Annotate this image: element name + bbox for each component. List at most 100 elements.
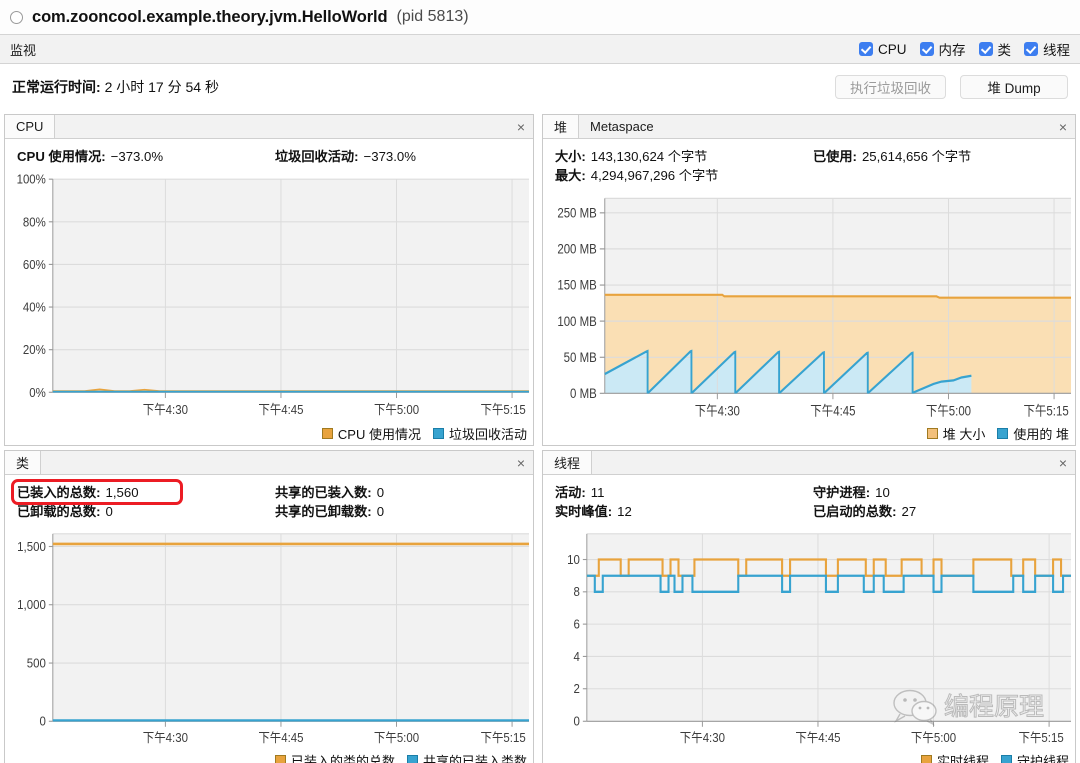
metric-toggles: CPU 内存 类 线程 xyxy=(859,35,1070,63)
action-buttons: 执行垃圾回收 堆 Dump xyxy=(835,75,1068,99)
stat-threads-live: 活动: 11 xyxy=(555,483,813,502)
check-icon xyxy=(979,42,993,56)
svg-text:100%: 100% xyxy=(17,172,46,187)
svg-text:60%: 60% xyxy=(23,257,46,272)
panel-classes-stats: 已装入的总数: 1,560 共享的已装入数: 0 已卸载的总数: 0 共享的已卸… xyxy=(5,475,533,525)
panel-heap-title[interactable]: 堆 xyxy=(543,115,579,138)
legend-item-classes-shared: 共享的已装入类数 xyxy=(407,751,527,763)
stat-classes-loaded-total: 已装入的总数: 1,560 xyxy=(17,483,275,502)
legend-swatch-icon xyxy=(322,428,333,439)
svg-text:下午5:00: 下午5:00 xyxy=(374,402,419,417)
panel-threads-title[interactable]: 线程 xyxy=(543,451,592,474)
chart-classes: 1,500 1,000 500 0 下午4:30 下午4:45 下午5:00 下… xyxy=(5,525,533,763)
heap-dump-button[interactable]: 堆 Dump xyxy=(960,75,1068,99)
svg-text:1,000: 1,000 xyxy=(17,598,46,613)
svg-text:下午4:45: 下午4:45 xyxy=(258,731,303,746)
legend-swatch-icon xyxy=(927,428,938,439)
svg-text:8: 8 xyxy=(573,585,580,600)
svg-text:下午5:15: 下午5:15 xyxy=(1019,731,1064,746)
svg-text:10: 10 xyxy=(567,552,580,567)
svg-text:下午5:15: 下午5:15 xyxy=(481,731,526,746)
jvisualvm-window: com.zooncool.example.theory.jvm.HelloWor… xyxy=(0,0,1080,763)
svg-text:下午5:15: 下午5:15 xyxy=(1024,404,1069,419)
panel-cpu-title[interactable]: CPU xyxy=(5,115,55,138)
chart-cpu-wrap: 100% 80% 60% 40% 20% 0% 下午4:30 下午4:45 下午… xyxy=(5,170,533,445)
legend-swatch-icon xyxy=(921,755,932,763)
panel-heap-header: 堆 Metaspace × xyxy=(543,115,1075,139)
uptime-value: 2 小时 17 分 54 秒 xyxy=(105,79,219,95)
svg-text:50 MB: 50 MB xyxy=(564,350,597,365)
svg-text:150 MB: 150 MB xyxy=(557,278,596,293)
svg-text:0%: 0% xyxy=(29,385,46,400)
legend-item-live-threads: 实时线程 xyxy=(921,751,989,763)
window-titlebar: com.zooncool.example.theory.jvm.HelloWor… xyxy=(0,0,1080,34)
tab-metaspace[interactable]: Metaspace xyxy=(579,115,665,138)
svg-text:1,500: 1,500 xyxy=(17,539,46,554)
chart-cpu: 100% 80% 60% 40% 20% 0% 下午4:30 下午4:45 下午… xyxy=(5,170,533,445)
svg-text:500: 500 xyxy=(27,656,46,671)
chart-threads-svg: 10 8 6 4 2 0 下午4:30 下午4:45 下午5:00 下午5:15 xyxy=(543,525,1075,763)
svg-text:0 MB: 0 MB xyxy=(570,386,597,401)
chart-heap: 250 MB 200 MB 150 MB 100 MB 50 MB 0 MB 下… xyxy=(543,189,1075,445)
check-icon xyxy=(859,42,873,56)
chart-heap-legend: 堆 大小 使用的 堆 xyxy=(927,424,1069,443)
svg-text:下午5:00: 下午5:00 xyxy=(374,731,419,746)
svg-text:80%: 80% xyxy=(23,215,46,230)
panel-classes-title[interactable]: 类 xyxy=(5,451,41,474)
svg-text:4: 4 xyxy=(573,649,580,664)
checkbox-threads[interactable]: 线程 xyxy=(1024,39,1070,59)
legend-item-gc-activity: 垃圾回收活动 xyxy=(433,424,527,443)
checkbox-classes-label: 类 xyxy=(998,39,1012,59)
panel-threads-header: 线程 × xyxy=(543,451,1075,475)
chart-classes-legend: 已装入的类的总数 共享的已装入类数 xyxy=(275,751,527,763)
close-icon[interactable]: × xyxy=(517,456,525,470)
checkbox-memory[interactable]: 内存 xyxy=(920,39,966,59)
checkbox-threads-label: 线程 xyxy=(1043,39,1070,59)
chart-heap-wrap: 250 MB 200 MB 150 MB 100 MB 50 MB 0 MB 下… xyxy=(543,189,1075,445)
stat-classes-unloaded-total: 已卸载的总数: 0 xyxy=(17,502,275,521)
uptime-label: 正常运行时间: 2 小时 17 分 54 秒 xyxy=(12,77,219,97)
panel-heap-stats: 大小: 143,130,624 个字节 已使用: 25,614,656 个字节 … xyxy=(543,139,1075,189)
legend-swatch-icon xyxy=(1001,755,1012,763)
close-icon[interactable]: × xyxy=(1059,456,1067,470)
stat-threads-started-total: 已启动的总数: 27 xyxy=(813,502,916,521)
stat-threads-daemon: 守护进程: 10 xyxy=(813,483,890,502)
svg-text:下午5:00: 下午5:00 xyxy=(926,404,971,419)
panel-cpu-stats: CPU 使用情况: −373.0% 垃圾回收活动: −373.0% xyxy=(5,139,533,170)
check-icon xyxy=(920,42,934,56)
stat-heap-max: 最大: 4,294,967,296 个字节 xyxy=(555,166,813,185)
stat-classes-shared-unloaded: 共享的已卸载数: 0 xyxy=(275,502,384,521)
perform-gc-button[interactable]: 执行垃圾回收 xyxy=(835,75,946,99)
svg-text:20%: 20% xyxy=(23,343,46,358)
svg-text:40%: 40% xyxy=(23,300,46,315)
page-title: com.zooncool.example.theory.jvm.HelloWor… xyxy=(32,8,388,27)
svg-text:下午4:45: 下午4:45 xyxy=(258,402,303,417)
monitor-panel-grid: CPU × CPU 使用情况: −373.0% 垃圾回收活动: −373.0% xyxy=(0,110,1080,763)
close-icon[interactable]: × xyxy=(517,120,525,134)
svg-text:0: 0 xyxy=(573,714,580,729)
legend-swatch-icon xyxy=(997,428,1008,439)
svg-text:下午4:45: 下午4:45 xyxy=(810,404,855,419)
uptime-row: 正常运行时间: 2 小时 17 分 54 秒 执行垃圾回收 堆 Dump xyxy=(0,64,1080,110)
legend-item-heap-size: 堆 大小 xyxy=(927,424,986,443)
tab-monitor[interactable]: 监视 xyxy=(10,40,36,59)
circle-outline-icon xyxy=(10,11,23,24)
chart-cpu-svg: 100% 80% 60% 40% 20% 0% 下午4:30 下午4:45 下午… xyxy=(5,170,533,445)
legend-swatch-icon xyxy=(433,428,444,439)
chart-classes-wrap: 1,500 1,000 500 0 下午4:30 下午4:45 下午5:00 下… xyxy=(5,525,533,763)
checkbox-classes[interactable]: 类 xyxy=(979,39,1012,59)
panel-classes: 类 × 已装入的总数: 1,560 共享的已装入数: 0 xyxy=(4,450,534,763)
uptime-key: 正常运行时间: xyxy=(12,79,101,95)
stat-heap-used: 已使用: 25,614,656 个字节 xyxy=(813,147,971,166)
legend-swatch-icon xyxy=(407,755,418,763)
checkbox-cpu[interactable]: CPU xyxy=(859,42,907,57)
legend-item-cpu-usage: CPU 使用情况 xyxy=(322,424,421,443)
legend-item-heap-used: 使用的 堆 xyxy=(997,424,1069,443)
panel-cpu: CPU × CPU 使用情况: −373.0% 垃圾回收活动: −373.0% xyxy=(4,114,534,446)
stat-heap-size: 大小: 143,130,624 个字节 xyxy=(555,147,813,166)
checkbox-cpu-label: CPU xyxy=(878,42,907,57)
svg-text:0: 0 xyxy=(39,714,46,729)
chart-threads: 10 8 6 4 2 0 下午4:30 下午4:45 下午5:00 下午5:15 xyxy=(543,525,1075,763)
chart-threads-legend: 实时线程 守护线程 xyxy=(921,751,1069,763)
close-icon[interactable]: × xyxy=(1059,120,1067,134)
